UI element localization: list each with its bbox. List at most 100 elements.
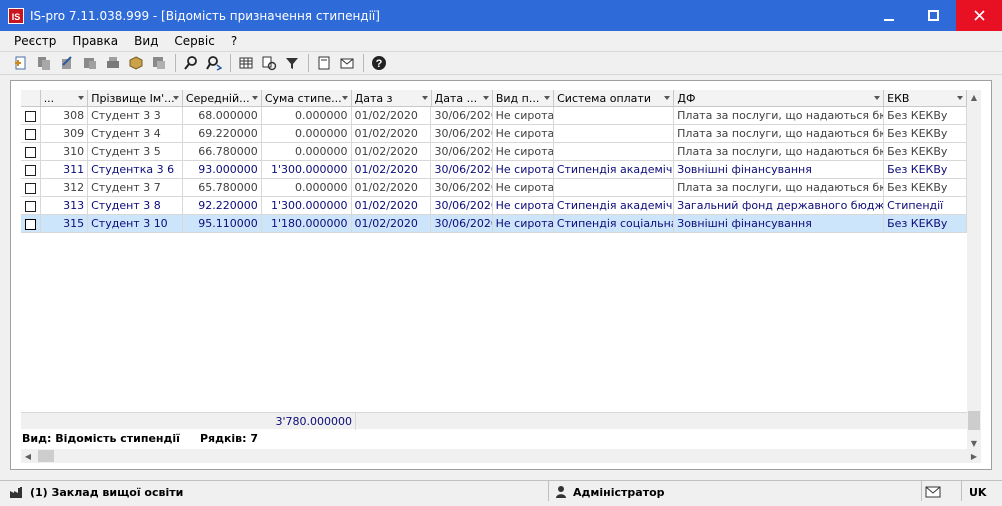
- status-language[interactable]: UK: [969, 481, 986, 503]
- cell-sum: 1'180.000000: [262, 215, 352, 233]
- menu-help[interactable]: ?: [223, 34, 245, 48]
- sort-arrow-icon: [341, 96, 348, 100]
- filter-button[interactable]: [281, 52, 303, 74]
- vertical-scrollbar[interactable]: ▲ ▼: [967, 90, 981, 450]
- row-checkbox[interactable]: [21, 197, 41, 215]
- cell-name: Студент 3 5: [88, 143, 183, 161]
- mail-button[interactable]: [336, 52, 358, 74]
- scroll-right-arrow-icon[interactable]: ▶: [967, 449, 981, 463]
- row-checkbox[interactable]: [21, 179, 41, 197]
- maximize-icon: [928, 10, 939, 21]
- title-bar: IS IS-pro 7.11.038.999 - [Відомість приз…: [0, 0, 1002, 31]
- row-checkbox[interactable]: [21, 215, 41, 233]
- cell-date-to: 30/06/2020: [431, 215, 493, 233]
- cell-date-to: 30/06/2020: [431, 179, 493, 197]
- maximize-button[interactable]: [911, 0, 956, 31]
- cell-date-to: 30/06/2020: [431, 161, 493, 179]
- cell-number: 309: [41, 125, 89, 143]
- user-name: Адміністратор: [573, 485, 665, 499]
- status-institution[interactable]: (1) Заклад вищої освіти: [9, 481, 183, 503]
- header-sum[interactable]: Сума стипе...: [262, 90, 352, 107]
- header-name[interactable]: Прізвище Ім'...: [88, 90, 183, 107]
- menu-registry[interactable]: Реєстр: [0, 34, 64, 48]
- table-row[interactable]: 310 Студент 3 5 66.780000 0.000000 01/02…: [21, 143, 967, 161]
- horizontal-scrollbar[interactable]: ◀ ▶: [21, 449, 981, 463]
- table-row[interactable]: 308 Студент 3 3 68.000000 0.000000 01/02…: [21, 107, 967, 125]
- cell-ekv: Без КЕКВу: [884, 215, 967, 233]
- close-button[interactable]: [956, 0, 1002, 31]
- sort-arrow-icon: [78, 96, 85, 100]
- table-row[interactable]: 309 Студент 3 4 69.220000 0.000000 01/02…: [21, 125, 967, 143]
- search-button[interactable]: [180, 52, 202, 74]
- checkbox-icon: [24, 200, 36, 212]
- cell-ekv: Без КЕКВу: [884, 143, 967, 161]
- mail-icon: [925, 486, 941, 498]
- table-row[interactable]: 312 Студент 3 7 65.780000 0.000000 01/02…: [21, 179, 967, 197]
- edit-button[interactable]: [56, 52, 78, 74]
- menu-service[interactable]: Сервіс: [166, 34, 222, 48]
- table-row[interactable]: 313 Студент 3 8 92.220000 1'300.000000 0…: [21, 197, 967, 215]
- row-checkbox[interactable]: [21, 125, 41, 143]
- header-average[interactable]: Середній...: [183, 90, 262, 107]
- report-button[interactable]: [313, 52, 335, 74]
- package-button[interactable]: [125, 52, 147, 74]
- header-df[interactable]: ДФ: [674, 90, 885, 107]
- mail-icon: [340, 58, 354, 69]
- cell-payment-system: Стипендія академічна: [554, 161, 675, 179]
- refresh-button[interactable]: [258, 52, 280, 74]
- copy-button[interactable]: [33, 52, 55, 74]
- status-mail[interactable]: [925, 481, 941, 503]
- header-number[interactable]: ...: [41, 90, 89, 107]
- cell-df: Плата за послуги, що надаються бюд...: [674, 125, 885, 143]
- menu-edit[interactable]: Правка: [64, 34, 126, 48]
- package-icon: [129, 56, 143, 70]
- cell-df: Зовнішні фінансування: [674, 215, 885, 233]
- svg-text:?: ?: [376, 58, 383, 70]
- sort-arrow-icon: [251, 96, 258, 100]
- search-icon: [184, 56, 197, 70]
- help-button[interactable]: ?: [368, 52, 390, 74]
- search-next-button[interactable]: [203, 52, 225, 74]
- institution-name: (1) Заклад вищої освіти: [30, 485, 184, 499]
- header-checkbox[interactable]: [21, 90, 41, 107]
- toolbar-separator: [175, 54, 176, 72]
- menu-view[interactable]: Вид: [126, 34, 166, 48]
- scroll-down-arrow-icon[interactable]: ▼: [967, 436, 981, 450]
- create-button[interactable]: [10, 52, 32, 74]
- cell-payment-system: [554, 143, 675, 161]
- status-divider: [961, 481, 962, 501]
- table-row-selected[interactable]: 315 Студент 3 10 95.110000 1'180.000000 …: [21, 215, 967, 233]
- cell-number: 308: [41, 107, 89, 125]
- header-payment-system[interactable]: Система оплати: [554, 90, 675, 107]
- scrollbar-thumb[interactable]: [968, 411, 980, 430]
- row-checkbox[interactable]: [21, 143, 41, 161]
- table-view-button[interactable]: [235, 52, 257, 74]
- scroll-up-arrow-icon[interactable]: ▲: [967, 90, 981, 104]
- cell-ekv: Без КЕКВу: [884, 125, 967, 143]
- cell-date-to: 30/06/2020: [431, 107, 493, 125]
- app-logo: IS: [8, 7, 24, 24]
- delete-button[interactable]: [79, 52, 101, 74]
- cell-name: Студент 3 4: [88, 125, 183, 143]
- row-checkbox[interactable]: [21, 107, 41, 125]
- header-date-from[interactable]: Дата з: [352, 90, 432, 107]
- cell-average: 66.780000: [183, 143, 262, 161]
- scrollbar-thumb[interactable]: [38, 450, 54, 462]
- export-button[interactable]: [148, 52, 170, 74]
- header-ekv[interactable]: ЕКВ: [884, 90, 967, 107]
- row-checkbox[interactable]: [21, 161, 41, 179]
- table-row[interactable]: 311 Студентка 3 6 93.000000 1'300.000000…: [21, 161, 967, 179]
- table-view-icon: [239, 57, 253, 69]
- status-user[interactable]: Адміністратор: [555, 481, 665, 503]
- header-type[interactable]: Вид п...: [493, 90, 555, 107]
- user-icon: [556, 486, 566, 498]
- header-date-to[interactable]: Дата ...: [432, 90, 493, 107]
- minimize-button[interactable]: [866, 0, 911, 31]
- view-label: Вид: Відомість стипендії: [22, 432, 180, 445]
- window-title: IS-pro 7.11.038.999 - [Відомість признач…: [30, 8, 380, 23]
- scroll-left-arrow-icon[interactable]: ◀: [21, 449, 35, 463]
- cell-sum: 0.000000: [262, 179, 352, 197]
- grid-info: Вид: Відомість стипендії Рядків: 7: [22, 432, 258, 446]
- sort-arrow-icon: [874, 96, 881, 100]
- print-button[interactable]: [102, 52, 124, 74]
